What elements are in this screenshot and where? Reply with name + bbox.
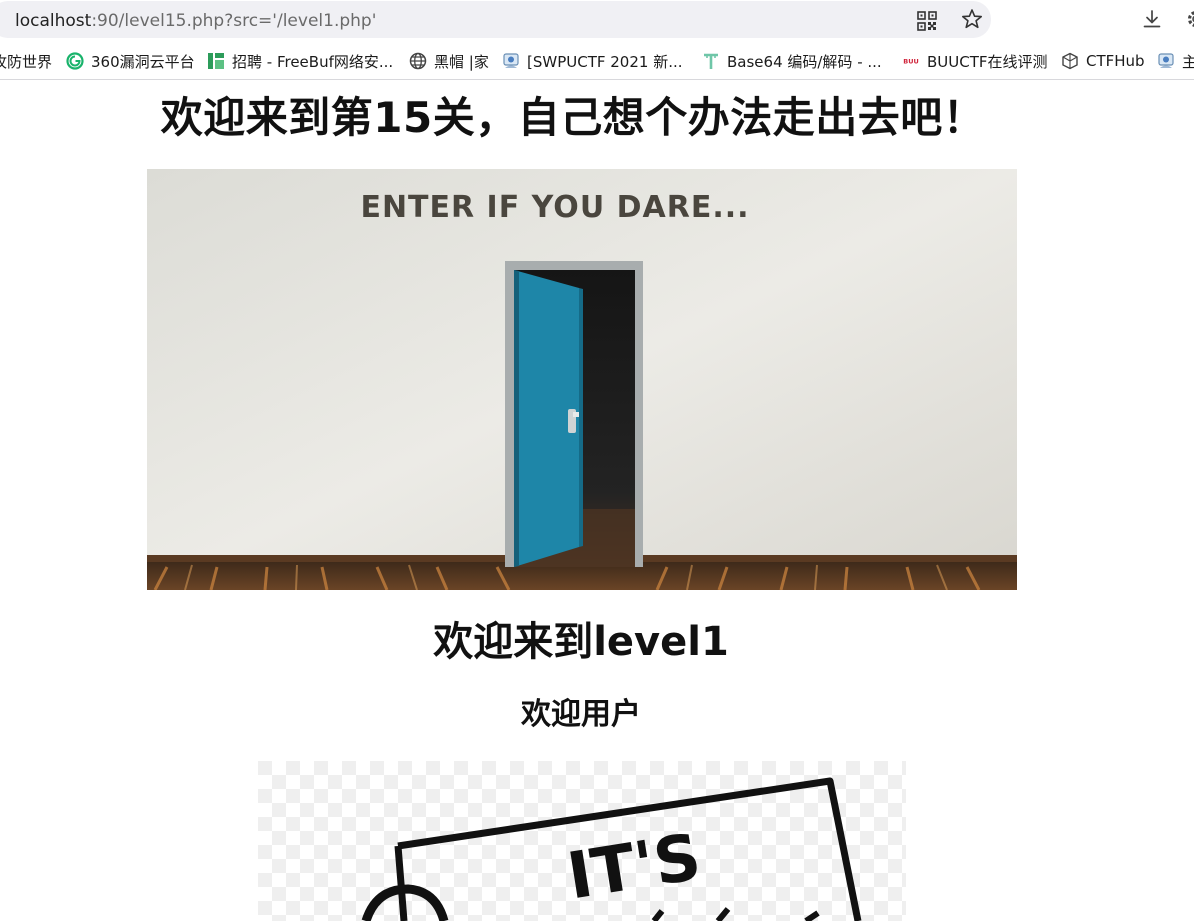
welcome-user-heading: 欢迎用户: [0, 695, 1162, 735]
page-content: 欢迎来到第15关，自己想个办法走出去吧！: [0, 80, 1194, 912]
bookmark-label: 招聘 - FreeBuf网络安...: [232, 51, 393, 72]
freebuf-icon: [207, 52, 225, 70]
svg-text:BUU: BUU: [903, 58, 919, 66]
bookmark-label: 攻防世界: [0, 51, 52, 72]
door-image: ENTER IF YOU DARE...: [147, 169, 1017, 590]
bookmark-item[interactable]: 360漏洞云平台: [66, 51, 195, 71]
bookmark-item[interactable]: BUU BUUCTF在线评测: [902, 51, 1048, 71]
bookmark-item[interactable]: 攻防世界: [0, 51, 52, 71]
nssctf-icon: [1157, 52, 1175, 70]
download-icon[interactable]: [1141, 8, 1163, 30]
url-path: :90/level15.php?src='/level1.php': [91, 11, 376, 31]
bookmark-label: BUUCTF在线评测: [927, 51, 1048, 72]
bookmark-item[interactable]: CTFHub: [1061, 51, 1145, 71]
url-text[interactable]: localhost:90/level15.php?src='/level1.ph…: [15, 10, 376, 32]
bookmarks-bar: 攻防世界 360漏洞云平台 招聘 - FreeBuf网络安... 黑帽 |家 […: [0, 40, 1194, 80]
bookmark-label: 360漏洞云平台: [91, 51, 195, 72]
settings-gear-icon[interactable]: [1185, 8, 1194, 30]
t-logo-icon: [702, 52, 720, 70]
url-bar[interactable]: localhost:90/level15.php?src='/level1.ph…: [0, 1, 991, 38]
bookmark-item[interactable]: 黑帽 |家: [409, 51, 489, 71]
page-title: 欢迎来到第15关，自己想个办法走出去吧！: [0, 92, 1146, 144]
address-bar-row: localhost:90/level15.php?src='/level1.ph…: [0, 0, 1194, 40]
level-subtitle: 欢迎来到level1: [0, 617, 1162, 667]
ctfhub-icon: [1061, 52, 1079, 70]
bookmark-item[interactable]: Base64 编码/解码 - ...: [702, 51, 882, 71]
bookmark-label: Base64 编码/解码 - ...: [727, 51, 882, 72]
buu-icon: BUU: [902, 52, 920, 70]
bookmark-label: [SWPUCTF 2021 新...: [527, 51, 683, 72]
globe-icon: [409, 52, 427, 70]
qr-code-icon[interactable]: [917, 11, 937, 31]
bookmark-item[interactable]: 主: [1157, 51, 1194, 71]
nssctf-icon: [502, 52, 520, 70]
bookmark-label: CTFHub: [1086, 52, 1145, 70]
bookmark-star-icon[interactable]: [961, 8, 983, 30]
bookmark-label: 黑帽 |家: [434, 51, 489, 72]
url-host: localhost: [15, 11, 91, 31]
bookmark-item[interactable]: [SWPUCTF 2021 新...: [502, 51, 683, 71]
its-sign-image: IT'S: [258, 761, 906, 921]
bookmark-item[interactable]: 招聘 - FreeBuf网络安...: [207, 51, 393, 71]
bookmark-label: 主: [1182, 51, 1194, 72]
enter-if-you-dare-text: ENTER IF YOU DARE...: [360, 190, 749, 225]
360-logo-icon: [66, 52, 84, 70]
